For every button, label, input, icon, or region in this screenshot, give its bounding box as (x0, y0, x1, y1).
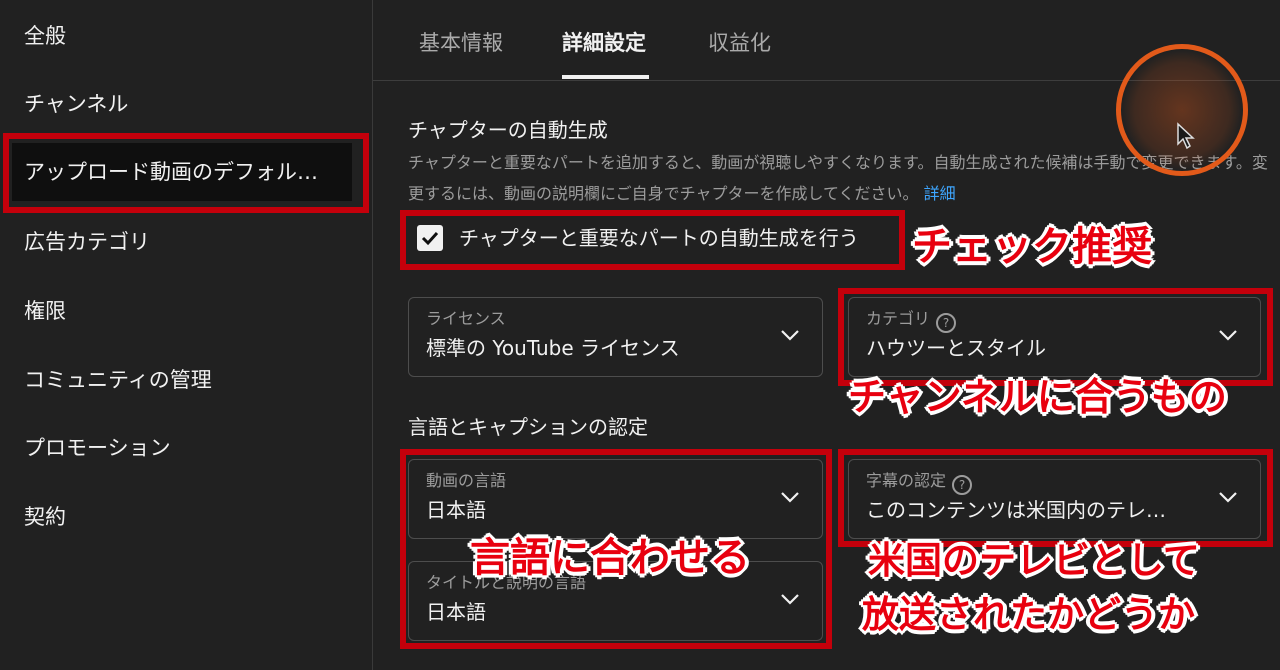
license-label: ライセンス (426, 309, 506, 328)
annotation-channel-fit: チャンネルに合うもの (848, 375, 1227, 419)
chevron-down-icon (781, 492, 799, 503)
license-value: 標準の YouTube ライセンス (426, 336, 680, 360)
language-section-title: 言語とキャプションの認定 (408, 415, 648, 439)
annotation-tv-line2: 放送されたかどうか (862, 593, 1195, 636)
checkmark-icon (421, 231, 439, 246)
annotation-check-recommended: チェック推奨 (912, 224, 1152, 270)
auto-chapters-checkbox[interactable] (417, 225, 443, 251)
caption-cert-value: このコンテンツは米国内のテレ… (866, 498, 1166, 522)
sidebar-item-promotion[interactable]: プロモーション (24, 434, 171, 462)
sidebar-item-upload-defaults[interactable]: アップロード動画のデフォル… (12, 143, 352, 201)
chevron-down-icon (781, 594, 799, 605)
sidebar-item-general[interactable]: 全般 (24, 22, 66, 50)
tab-monetization[interactable]: 収益化 (708, 28, 771, 58)
sidebar-item-community[interactable]: コミュニティの管理 (24, 366, 212, 394)
caption-cert-label: 字幕の認定 (866, 471, 947, 490)
tab-advanced-settings[interactable]: 詳細設定 (562, 28, 646, 58)
mouse-cursor-icon (1177, 122, 1195, 150)
category-label-wrap: カテゴリ? (866, 308, 957, 333)
help-icon[interactable]: ? (952, 475, 973, 495)
annotation-tv-line1: 米国のテレビとして (868, 539, 1200, 582)
caption-cert-label-wrap: 字幕の認定? (866, 470, 973, 495)
category-select[interactable]: カテゴリ? ハウツーとスタイル (848, 297, 1261, 377)
tab-basic-info[interactable]: 基本情報 (419, 28, 503, 58)
chapters-learn-more-link[interactable]: 詳細 (924, 184, 956, 203)
caption-cert-select[interactable]: 字幕の認定? このコンテンツは米国内のテレ… (848, 459, 1261, 539)
auto-chapters-label: チャプターと重要なパートの自動生成を行う (459, 226, 859, 250)
chevron-down-icon (1219, 330, 1237, 341)
video-language-label: 動画の言語 (426, 471, 507, 490)
category-label: カテゴリ (866, 309, 931, 328)
sidebar-item-ad-category[interactable]: 広告カテゴリ (24, 228, 150, 256)
sidebar-item-contract[interactable]: 契約 (24, 503, 66, 531)
sidebar-item-permissions[interactable]: 権限 (24, 297, 66, 325)
annotation-match-language: 言語に合わせる (470, 535, 750, 581)
category-value: ハウツーとスタイル (866, 336, 1046, 360)
help-icon[interactable]: ? (936, 313, 957, 333)
license-select[interactable]: ライセンス 標準の YouTube ライセンス (408, 297, 823, 377)
settings-sidebar: 全般 チャンネル アップロード動画のデフォル… 広告カテゴリ 権限 コミュニティ… (0, 0, 373, 670)
video-language-value: 日本語 (426, 498, 486, 522)
title-language-value: 日本語 (426, 600, 486, 624)
chevron-down-icon (781, 330, 799, 341)
chevron-down-icon (1219, 492, 1237, 503)
chapters-title: チャプターの自動生成 (408, 118, 608, 142)
cursor-highlight (1116, 44, 1248, 176)
sidebar-item-channel[interactable]: チャンネル (24, 90, 128, 118)
active-tab-indicator (562, 75, 649, 79)
